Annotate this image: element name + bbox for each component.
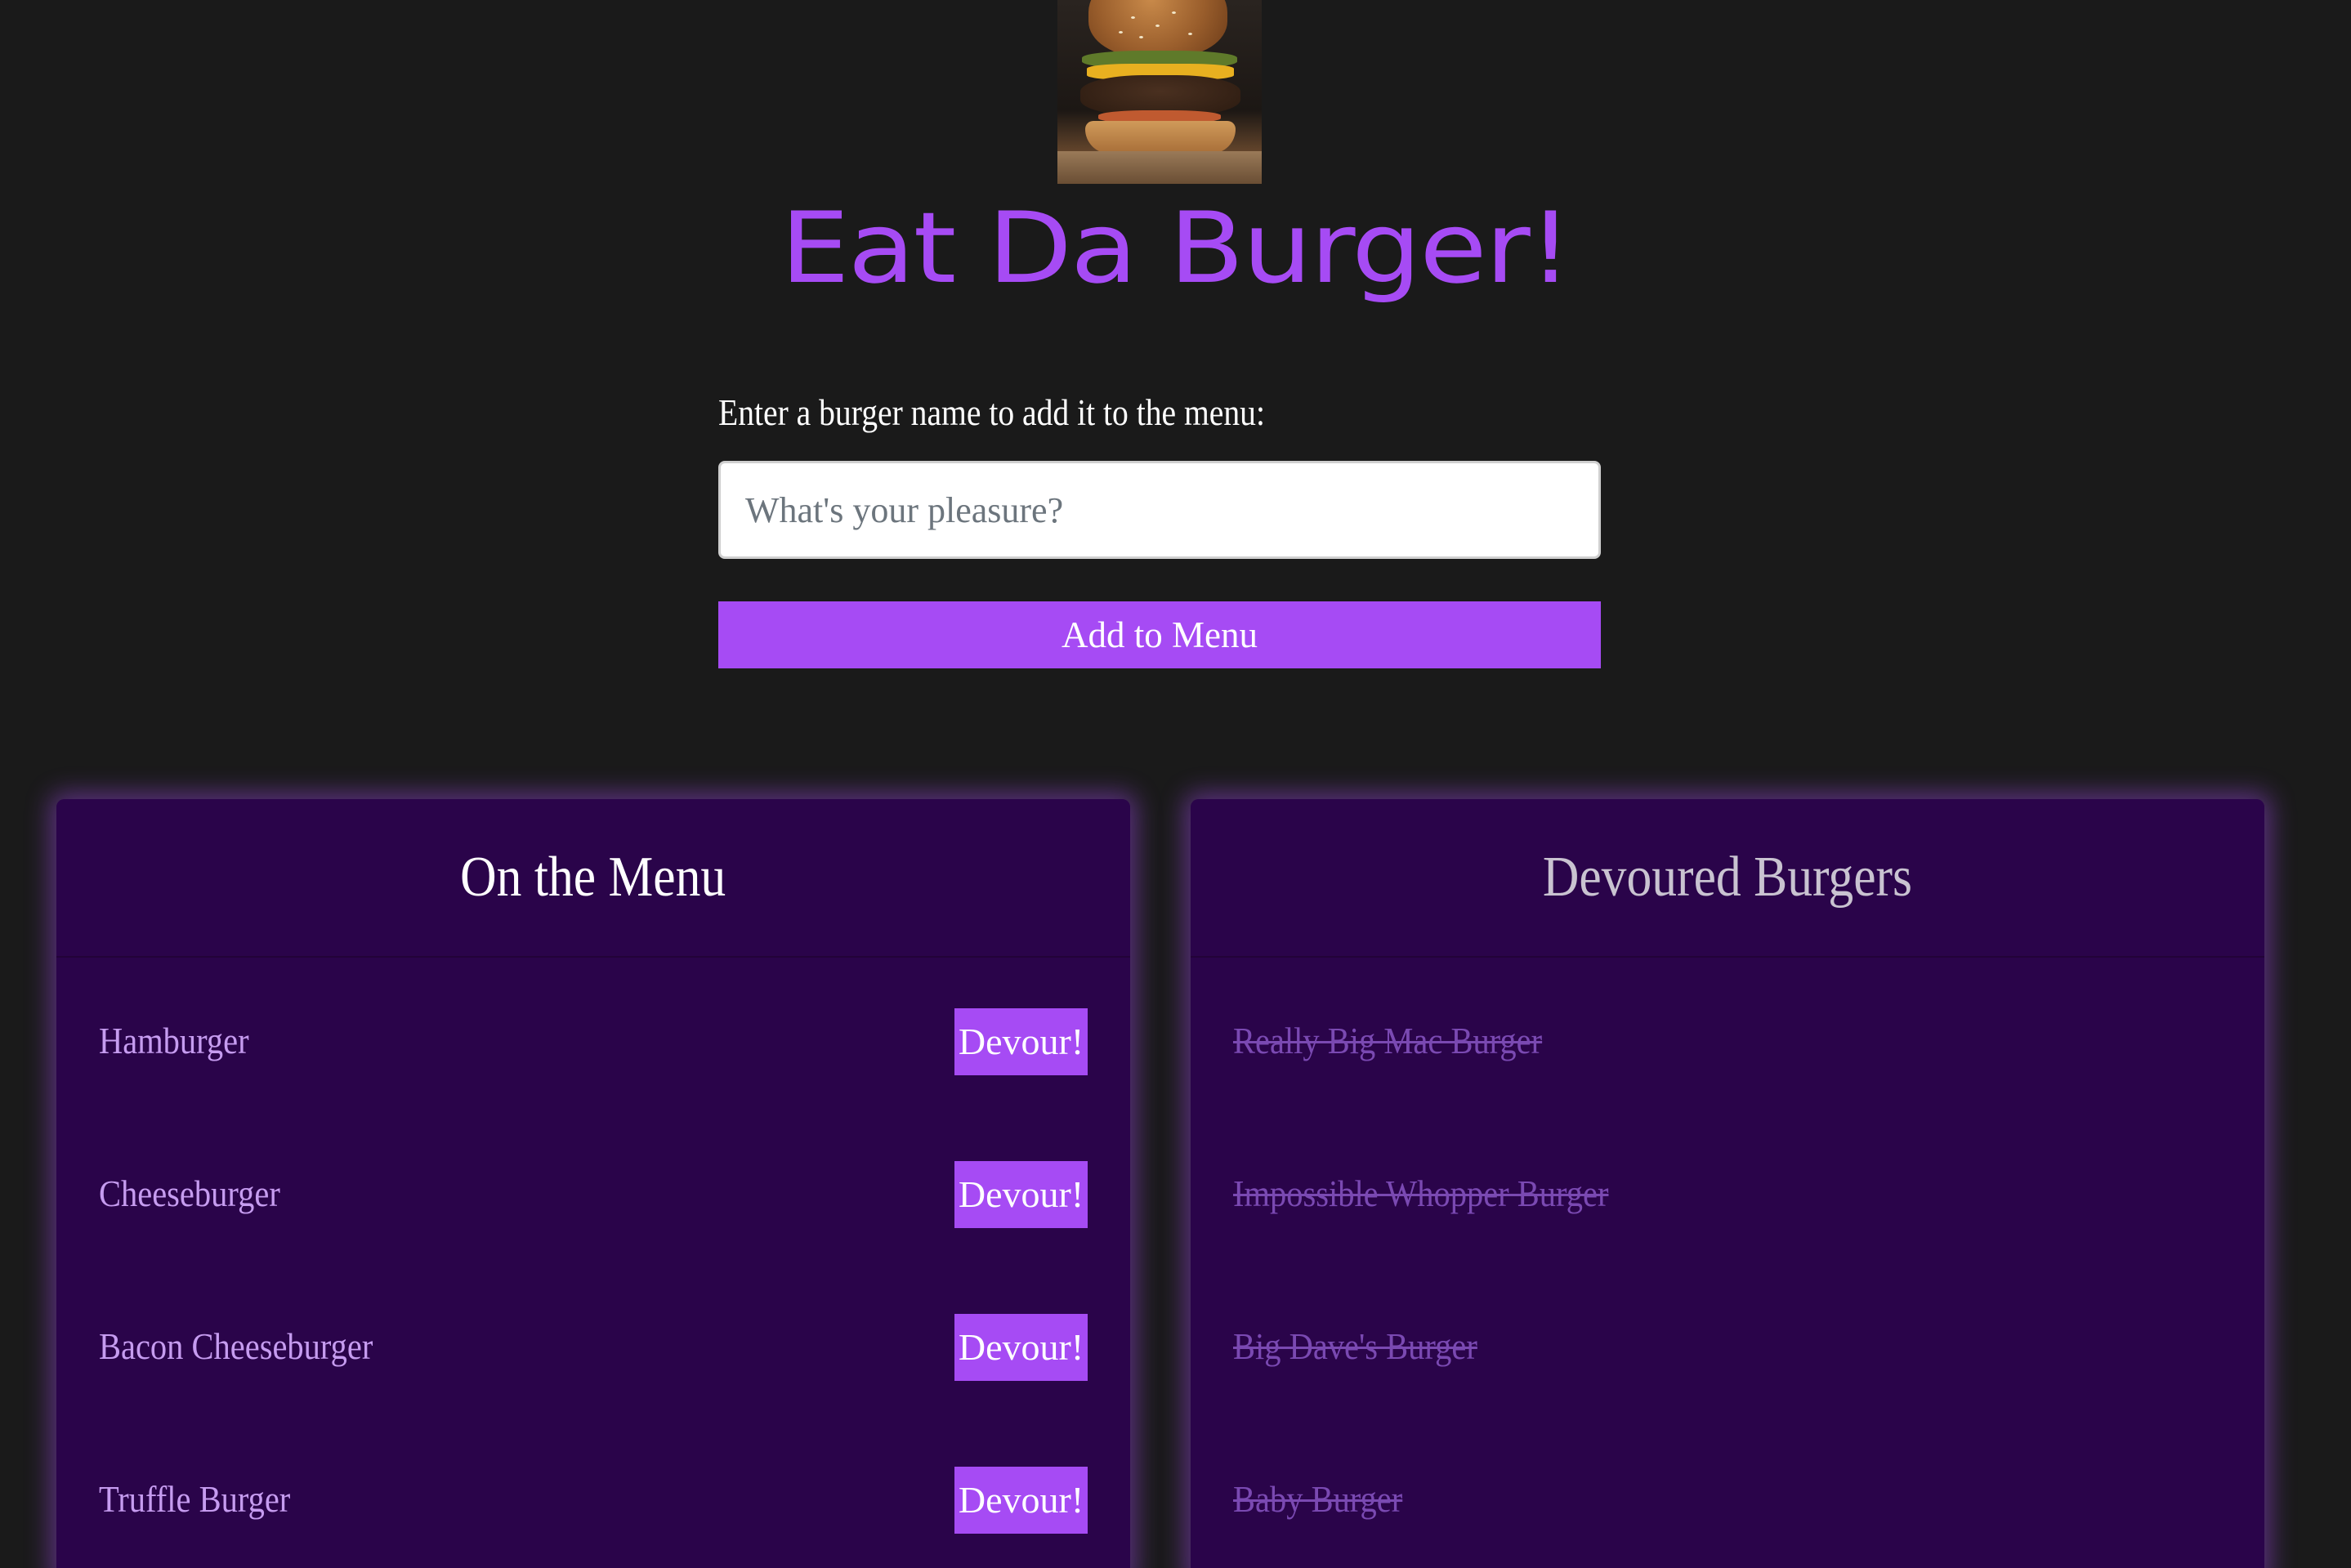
devoured-item-name: Really Big Mac Burger	[1233, 1020, 1543, 1061]
cutting-board	[1057, 151, 1262, 184]
menu-list: Hamburger Devour! Cheeseburger Devour! B…	[56, 966, 1130, 1568]
menu-card: On the Menu Hamburger Devour! Cheeseburg…	[56, 799, 1130, 1568]
page: Eat Da Burger! Enter a burger name to ad…	[0, 0, 2351, 1568]
bun-top	[1088, 0, 1227, 57]
sesame-seed	[1155, 25, 1160, 27]
menu-item: Bacon Cheeseburger Devour!	[99, 1271, 1088, 1424]
menu-item: Truffle Burger Devour!	[99, 1424, 1088, 1568]
devoured-item: Really Big Mac Burger	[1233, 966, 2222, 1119]
devour-button[interactable]: Devour!	[954, 1161, 1088, 1228]
menu-item: Hamburger Devour!	[99, 966, 1088, 1119]
page-title: Eat Da Burger!	[780, 192, 1573, 306]
devoured-card: Devoured Burgers Really Big Mac Burger I…	[1191, 799, 2264, 1568]
devoured-item-name: Baby Burger	[1233, 1478, 1403, 1520]
sesame-seed	[1131, 16, 1135, 19]
devoured-item: Baby Burger	[1233, 1424, 2222, 1568]
add-to-menu-button[interactable]: Add to Menu	[718, 601, 1601, 668]
devoured-card-title: Devoured Burgers	[1542, 846, 1913, 909]
devour-button[interactable]: Devour!	[954, 1467, 1088, 1534]
devoured-item: Big Dave's Burger	[1233, 1271, 2222, 1424]
bun-bottom	[1085, 121, 1236, 154]
devoured-card-header: Devoured Burgers	[1191, 799, 2264, 958]
burger-image	[1057, 0, 1262, 184]
add-burger-form: Enter a burger name to add it to the men…	[718, 384, 1601, 668]
devour-button[interactable]: Devour!	[954, 1008, 1088, 1075]
menu-card-header: On the Menu	[56, 799, 1130, 958]
sesame-seed	[1139, 36, 1143, 38]
menu-card-title: On the Menu	[460, 846, 726, 909]
devoured-list: Really Big Mac Burger Impossible Whopper…	[1191, 966, 2264, 1568]
burger-name-label: Enter a burger name to add it to the men…	[718, 392, 1265, 433]
devoured-item: Impossible Whopper Burger	[1233, 1119, 2222, 1271]
devoured-item-name: Big Dave's Burger	[1233, 1325, 1477, 1367]
menu-item-name: Cheeseburger	[99, 1173, 280, 1214]
sesame-seed	[1188, 33, 1192, 35]
menu-item-name: Truffle Burger	[99, 1478, 291, 1520]
menu-item: Cheeseburger Devour!	[99, 1119, 1088, 1271]
devour-button[interactable]: Devour!	[954, 1314, 1088, 1381]
menu-item-name: Bacon Cheeseburger	[99, 1325, 373, 1367]
menu-item-name: Hamburger	[99, 1020, 249, 1061]
devoured-item-name: Impossible Whopper Burger	[1233, 1173, 1609, 1214]
sesame-seed	[1172, 11, 1176, 14]
sesame-seed	[1119, 31, 1123, 34]
burger-name-input[interactable]	[718, 461, 1601, 559]
